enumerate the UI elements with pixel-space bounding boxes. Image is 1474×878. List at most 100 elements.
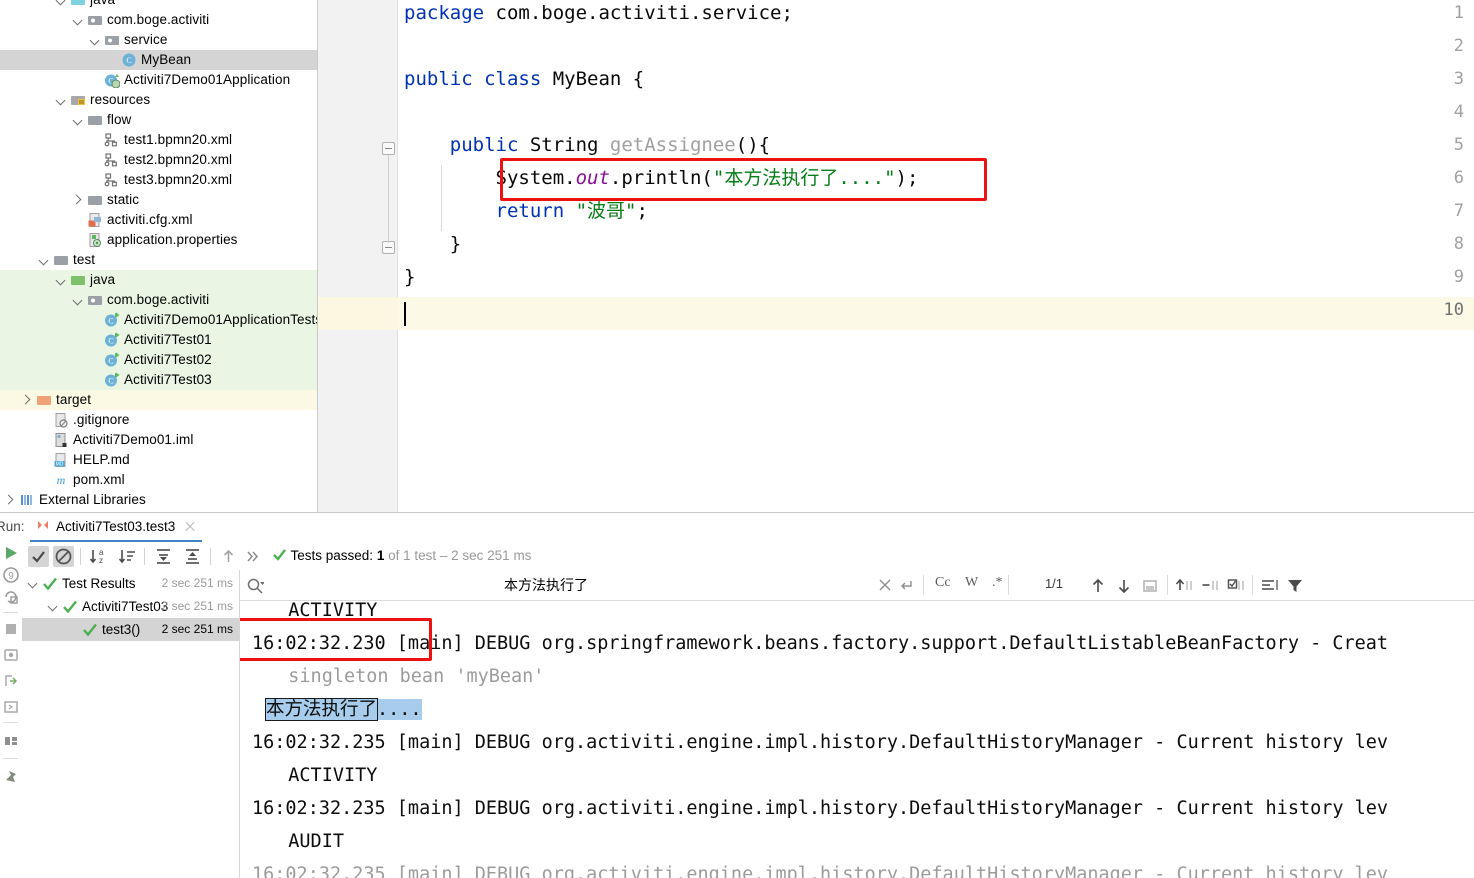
search-history-icon[interactable]: [898, 577, 914, 593]
console-line[interactable]: 16:02:32.235 [main] DEBUG org.activiti.e…: [252, 792, 1388, 825]
search-input[interactable]: 本方法执行了: [504, 575, 588, 595]
sort-by-duration-button[interactable]: [117, 546, 138, 567]
console-line[interactable]: singleton bean 'myBean': [266, 660, 544, 693]
tree-item-test[interactable]: test: [0, 250, 318, 270]
tree-item-service[interactable]: service: [0, 30, 318, 50]
match-case-toggle[interactable]: Cc: [935, 575, 951, 591]
chevron-down-icon[interactable]: [56, 95, 67, 106]
previous-failed-button[interactable]: [218, 546, 239, 567]
tree-item-activiti7test03[interactable]: CActiviti7Test03: [0, 370, 318, 390]
more-options-button[interactable]: [242, 546, 263, 567]
tree-item-help-md[interactable]: MDHELP.md: [0, 450, 318, 470]
rerun-failed-icon[interactable]: 9: [2, 566, 20, 584]
console-line[interactable]: 16:02:32.235 [main] DEBUG org.activiti.e…: [252, 858, 1388, 878]
tree-item-com-boge-activiti[interactable]: com.boge.activiti: [0, 290, 318, 310]
code-line[interactable]: }: [404, 228, 461, 261]
whole-words-toggle[interactable]: W: [965, 575, 978, 591]
sort-alphabetically-button[interactable]: az: [88, 546, 109, 567]
soft-wrap-icon[interactable]: [1175, 577, 1191, 593]
editor-fold-gutter[interactable]: [380, 0, 398, 512]
select-all-occurrences-icon[interactable]: [1141, 577, 1157, 593]
tree-item-java[interactable]: java: [0, 270, 318, 290]
test-tree-row[interactable]: Test Results2 sec 251 ms: [22, 572, 239, 595]
chevron-right-icon[interactable]: [22, 395, 33, 406]
pin-icon[interactable]: [2, 768, 20, 786]
tree-item-label: Activiti7Demo01ApplicationTests: [124, 310, 318, 330]
regex-toggle[interactable]: .*: [992, 575, 1003, 591]
test-tree-row[interactable]: Activiti7Test032 sec 251 ms: [22, 595, 239, 618]
chevron-right-icon[interactable]: [5, 495, 16, 506]
chevron-down-icon[interactable]: [39, 255, 50, 266]
find-next-icon[interactable]: [1115, 577, 1131, 593]
tree-item-activiti7demo01application[interactable]: CActiviti7Demo01Application: [0, 70, 318, 90]
search-icon[interactable]: [246, 577, 262, 593]
tree-item--gitignore[interactable]: .gitignore: [0, 410, 318, 430]
chevron-down-icon[interactable]: [56, 275, 67, 286]
chevron-down-icon[interactable]: [48, 601, 59, 612]
tree-item-target[interactable]: target: [0, 390, 318, 410]
wrap-text-icon[interactable]: [1260, 577, 1276, 593]
hide-ignored-button[interactable]: [53, 546, 74, 567]
test-passed-icon: [82, 622, 98, 638]
code-line[interactable]: }: [404, 261, 415, 294]
scroll-to-end-icon[interactable]: [1201, 577, 1217, 593]
tree-item-external-libraries[interactable]: External Libraries: [0, 490, 318, 510]
close-icon[interactable]: [184, 521, 196, 533]
fold-marker-method[interactable]: [382, 142, 395, 155]
editor-gutter[interactable]: [318, 0, 380, 512]
chevron-down-icon[interactable]: [73, 115, 84, 126]
project-tree[interactable]: javacom.boge.activitiserviceCMyBeanCActi…: [0, 0, 318, 512]
stop-icon[interactable]: [2, 620, 20, 638]
toggle-auto-test-icon[interactable]: [2, 588, 20, 606]
collapse-all-button[interactable]: [182, 546, 203, 567]
code-line[interactable]: System.out.println("本方法执行了....");: [404, 162, 918, 195]
dump-threads-icon[interactable]: [2, 646, 20, 664]
tree-item-activiti7test01[interactable]: CActiviti7Test01: [0, 330, 318, 350]
tree-item-resources[interactable]: resources: [0, 90, 318, 110]
tree-item-static[interactable]: static: [0, 190, 318, 210]
console-output[interactable]: ACTIVITY16:02:32.230 [main] DEBUG org.sp…: [240, 601, 1474, 878]
tree-item-pom-xml[interactable]: mpom.xml: [0, 470, 318, 490]
code-editor[interactable]: 12345678910 package com.boge.activiti.se…: [318, 0, 1474, 512]
tree-item-flow[interactable]: flow: [0, 110, 318, 130]
tree-item-activiti7demo01-iml[interactable]: Activiti7Demo01.iml: [0, 430, 318, 450]
console-line[interactable]: 16:02:32.235 [main] DEBUG org.activiti.e…: [252, 726, 1388, 759]
chevron-down-icon[interactable]: [56, 0, 67, 6]
run-tab-activiti7test03[interactable]: Activiti7Test03.test3: [30, 513, 202, 542]
chevron-down-icon[interactable]: [73, 15, 84, 26]
tree-item-test2-bpmn20-xml[interactable]: test2.bpmn20.xml: [0, 150, 318, 170]
console-line[interactable]: 16:02:32.230 [main] DEBUG org.springfram…: [252, 627, 1388, 660]
tree-item-mybean[interactable]: CMyBean: [0, 50, 318, 70]
console-line[interactable]: ACTIVITY: [266, 601, 377, 627]
code-line[interactable]: package com.boge.activiti.service;: [404, 0, 793, 30]
tree-item-activiti7demo01applicationtests[interactable]: CActiviti7Demo01ApplicationTests: [0, 310, 318, 330]
code-line[interactable]: public class MyBean {: [404, 63, 644, 96]
tree-item-application-properties[interactable]: application.properties: [0, 230, 318, 250]
tree-item-com-boge-activiti[interactable]: com.boge.activiti: [0, 10, 318, 30]
chevron-down-icon[interactable]: [73, 295, 84, 306]
open-console-icon[interactable]: [2, 698, 20, 716]
expand-all-button[interactable]: [153, 546, 174, 567]
tree-item-test3-bpmn20-xml[interactable]: test3.bpmn20.xml: [0, 170, 318, 190]
rerun-icon[interactable]: [2, 544, 20, 562]
console-line[interactable]: AUDIT: [266, 825, 344, 858]
chevron-down-icon[interactable]: [90, 35, 101, 46]
tree-item-test1-bpmn20-xml[interactable]: test1.bpmn20.xml: [0, 130, 318, 150]
code-line[interactable]: public String getAssignee(){: [404, 129, 770, 162]
tree-item-activiti7test02[interactable]: CActiviti7Test02: [0, 350, 318, 370]
tree-item-activiti-cfg-xml[interactable]: activiti.cfg.xml: [0, 210, 318, 230]
chevron-down-icon[interactable]: [28, 578, 39, 589]
chevron-right-icon[interactable]: [73, 195, 84, 206]
show-passed-button[interactable]: [28, 546, 49, 567]
print-icon[interactable]: [1227, 577, 1243, 593]
console-line[interactable]: 本方法执行了....: [266, 693, 422, 726]
filter-icon[interactable]: [1286, 577, 1302, 593]
find-previous-icon[interactable]: [1089, 577, 1105, 593]
clear-search-icon[interactable]: [877, 577, 893, 593]
console-line[interactable]: ACTIVITY: [266, 759, 377, 792]
export-icon[interactable]: [2, 672, 20, 690]
layout-icon[interactable]: [2, 732, 20, 750]
test-tree-row[interactable]: test3()2 sec 251 ms: [22, 618, 239, 641]
test-results-tree[interactable]: Test Results2 sec 251 msActiviti7Test032…: [22, 570, 239, 878]
tree-item-java[interactable]: java: [0, 0, 318, 10]
